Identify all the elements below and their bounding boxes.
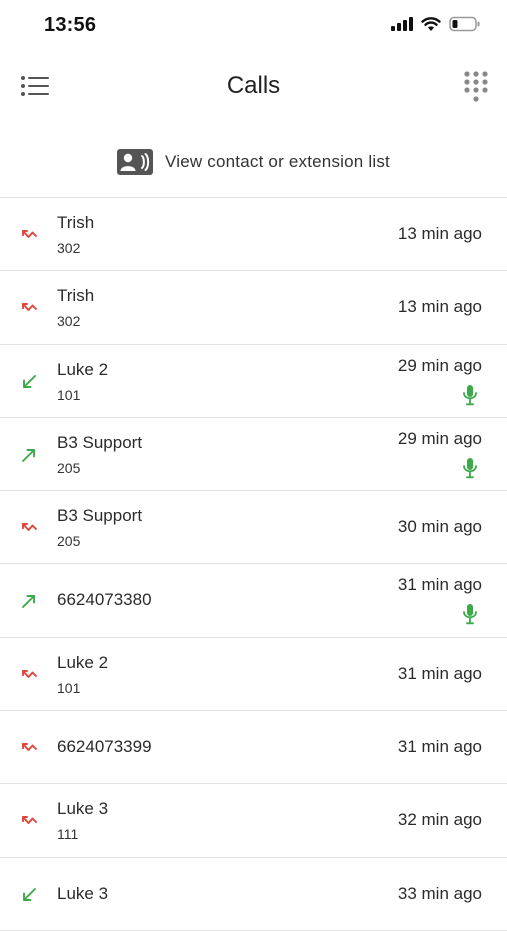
call-row[interactable]: Luke 3 111 32 min ago — [0, 784, 507, 858]
header: Calls — [0, 50, 507, 126]
call-time: 32 min ago — [397, 810, 482, 830]
outgoing-call-icon — [20, 446, 38, 464]
call-extension: 302 — [57, 240, 81, 256]
call-extension: 101 — [57, 679, 81, 696]
call-list: Trish 302 13 min ago Trish 302 13 min ago Luke… — [0, 198, 507, 931]
call-time: 31 min ago — [397, 737, 482, 757]
call-name: Luke 2 — [57, 359, 109, 379]
call-name: 6624073399 — [57, 737, 152, 757]
missed-call-icon — [20, 519, 38, 537]
call-time: 30 min ago — [397, 517, 482, 537]
battery-icon — [449, 16, 480, 32]
contact-card-icon — [117, 148, 154, 175]
call-row[interactable]: B3 Support 205 29 min ago — [0, 418, 507, 492]
call-time: 33 min ago — [397, 883, 482, 903]
wifi-icon — [421, 16, 441, 31]
status-bar: 13:56 — [0, 0, 507, 50]
call-time: 31 min ago — [397, 663, 482, 683]
call-name: Luke 3 — [57, 883, 109, 903]
missed-call-icon — [20, 739, 38, 757]
call-name: B3 Support — [57, 506, 143, 526]
call-name: Trish — [57, 286, 95, 306]
recording-mic-icon[interactable] — [462, 603, 478, 625]
missed-call-icon — [20, 299, 38, 317]
view-contact-list-link[interactable]: View contact or extension list — [0, 126, 507, 198]
missed-call-icon — [20, 812, 38, 830]
call-row[interactable]: Luke 2 101 29 min ago — [0, 345, 507, 418]
call-name: B3 Support — [57, 432, 143, 452]
call-row[interactable]: 6624073399 31 min ago — [0, 711, 507, 785]
call-name: Trish — [57, 213, 95, 232]
dialpad-icon[interactable] — [463, 70, 489, 104]
recording-mic-icon[interactable] — [462, 384, 478, 406]
call-row[interactable]: Luke 2 101 31 min ago — [0, 638, 507, 712]
call-name: 6624073380 — [57, 590, 152, 610]
status-icons — [391, 16, 481, 32]
call-row[interactable]: Trish 302 13 min ago — [0, 271, 507, 345]
call-row[interactable]: 6624073380 31 min ago — [0, 564, 507, 638]
missed-call-icon — [20, 666, 38, 684]
call-extension: 101 — [57, 386, 81, 403]
status-time: 13:56 — [44, 14, 97, 36]
call-time: 13 min ago — [397, 224, 482, 243]
outgoing-call-icon — [20, 592, 38, 610]
call-name: Luke 3 — [57, 799, 109, 819]
call-time: 29 min ago — [397, 355, 482, 375]
call-extension: 111 — [57, 826, 79, 843]
call-extension: 302 — [57, 313, 81, 330]
recording-mic-icon[interactable] — [462, 457, 478, 479]
page-title: Calls — [226, 72, 281, 99]
call-extension: 205 — [57, 459, 81, 476]
call-row[interactable]: B3 Support 205 30 min ago — [0, 491, 507, 565]
call-row[interactable]: Trish 302 13 min ago — [0, 198, 507, 272]
incoming-call-icon — [20, 373, 38, 391]
incoming-call-icon — [20, 886, 38, 904]
call-name: Luke 2 — [57, 652, 109, 672]
view-contact-list-label: View contact or extension list — [165, 151, 390, 171]
call-time: 29 min ago — [397, 428, 482, 448]
call-extension: 205 — [57, 533, 81, 550]
call-time: 13 min ago — [397, 297, 482, 317]
signal-icon — [391, 17, 413, 31]
call-row[interactable]: Luke 3 33 min ago — [0, 858, 507, 931]
missed-call-icon — [20, 226, 38, 244]
call-time: 31 min ago — [397, 575, 482, 595]
